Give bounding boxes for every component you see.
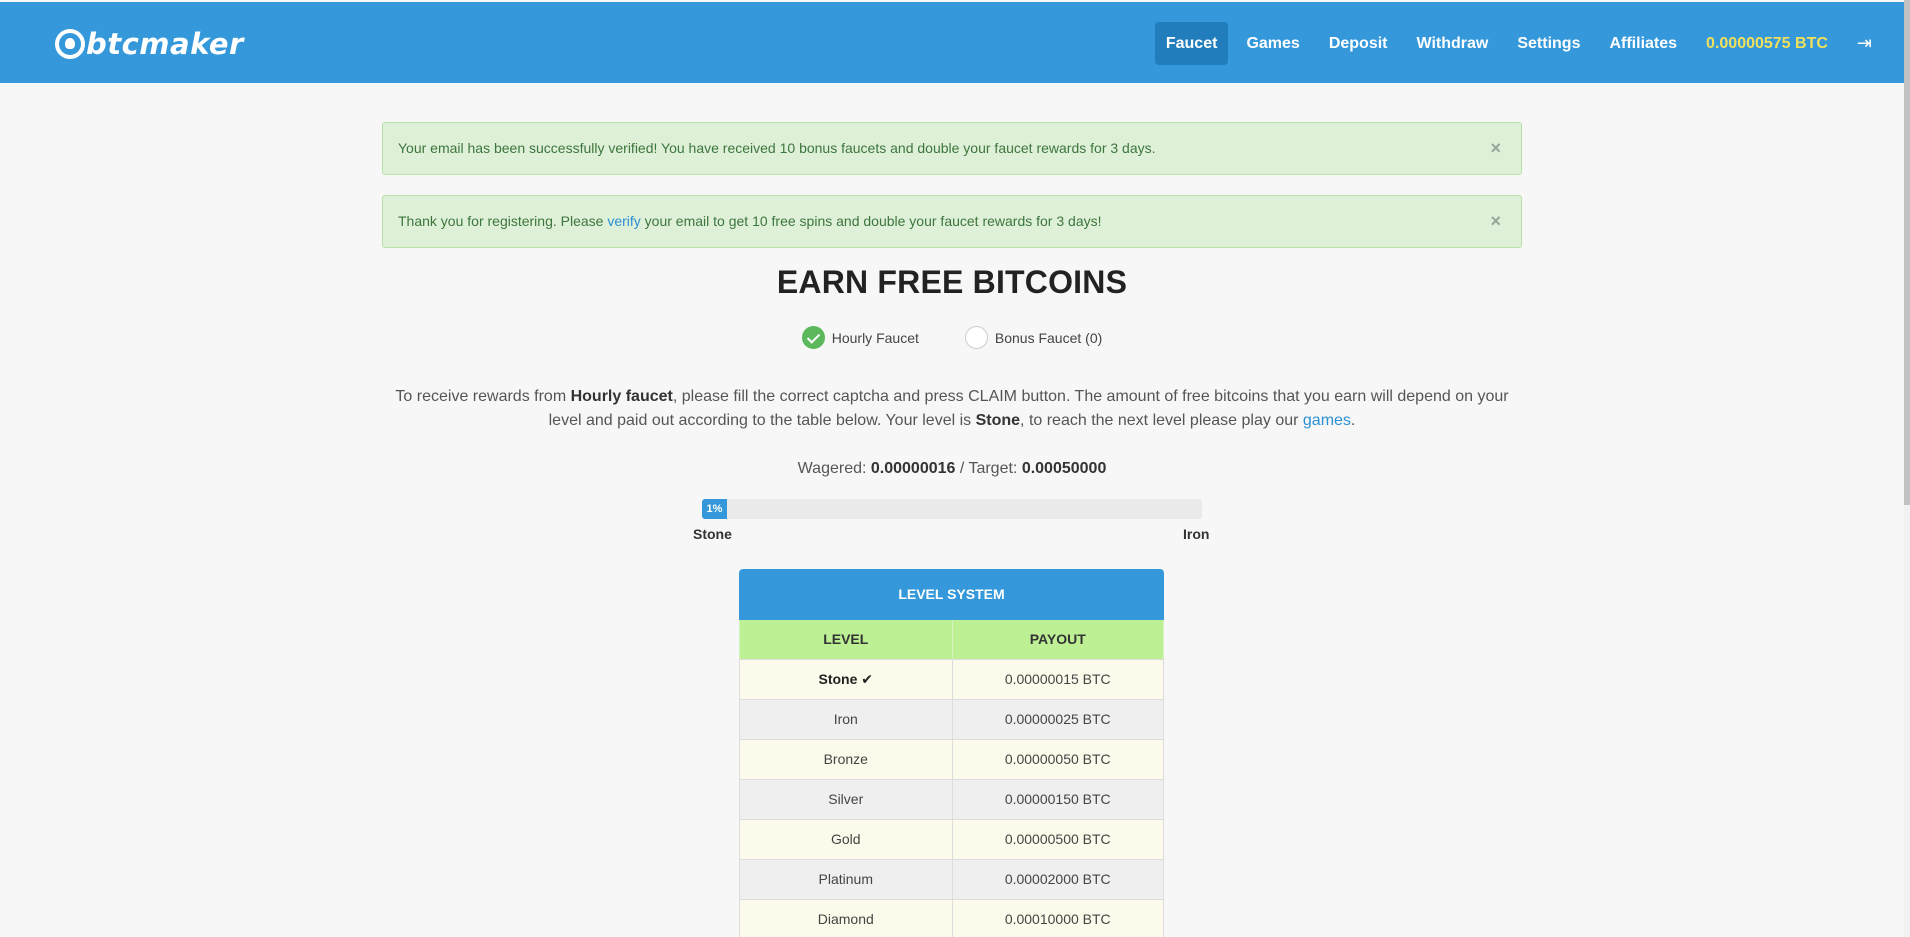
level-cell: Silver: [739, 780, 952, 819]
payout-cell: 0.00010000 BTC: [951, 900, 1164, 937]
nav-item-faucet[interactable]: Faucet: [1154, 22, 1229, 65]
unchecked-radio-icon[interactable]: [964, 326, 988, 349]
column-header-payout: PAYOUT: [951, 620, 1164, 659]
next-level-label: Iron: [1183, 526, 1210, 542]
table-row: Silver 0.00000150 BTC: [739, 780, 1164, 820]
payout-cell: 0.00000015 BTC: [951, 660, 1164, 699]
level-cell: Diamond: [739, 900, 952, 937]
table-row: Iron 0.00000025 BTC: [739, 700, 1164, 740]
wagered-value: 0.00000016: [870, 460, 956, 477]
nav-item-withdraw[interactable]: Withdraw: [1405, 22, 1499, 65]
desc-text: To receive rewards from: [395, 388, 571, 405]
nav-item-settings[interactable]: Settings: [1506, 22, 1591, 65]
logo-text: btcmaker: [86, 27, 244, 61]
table-row: Diamond 0.00010000 BTC: [739, 900, 1164, 937]
nav-item-affiliates[interactable]: Affiliates: [1598, 22, 1688, 65]
option-label: Bonus Faucet (0): [994, 329, 1103, 346]
table-row: Stone ✔ 0.00000015 BTC: [739, 660, 1164, 700]
level-cell: Stone ✔: [739, 660, 952, 699]
column-header-level: LEVEL: [739, 620, 952, 659]
level-cell: Bronze: [739, 740, 952, 779]
table-row: Platinum 0.00002000 BTC: [739, 860, 1164, 900]
bonus-faucet-option[interactable]: Bonus Faucet (0): [964, 326, 1103, 349]
current-level-label: Stone: [693, 526, 732, 542]
option-label: Hourly Faucet: [831, 329, 919, 346]
alert-email-verified: Your email has been successfully verifie…: [382, 122, 1522, 175]
desc-text: .: [1350, 412, 1356, 429]
alert-text: Your email has been successfully verifie…: [398, 140, 1156, 156]
alert-register: Thank you for registering. Please verify…: [382, 195, 1522, 248]
level-cell: Iron: [739, 700, 952, 739]
checked-radio-icon[interactable]: [801, 326, 825, 349]
level-system-table: LEVEL SYSTEM LEVEL PAYOUT Stone ✔ 0.00000…: [739, 569, 1164, 937]
table-header-row: LEVEL PAYOUT: [739, 620, 1164, 660]
hourly-faucet-option[interactable]: Hourly Faucet: [801, 326, 919, 349]
target-value: 0.00050000: [1021, 460, 1107, 477]
wagered-summary: Wagered: 0.00000016 / Target: 0.00050000: [0, 460, 1904, 478]
nav-menu: Faucet Games Deposit Withdraw Settings A…: [1154, 22, 1904, 65]
table-row: Bronze 0.00000050 BTC: [739, 740, 1164, 780]
desc-text: , to reach the next level please play ou…: [1020, 412, 1303, 429]
payout-cell: 0.00000500 BTC: [951, 820, 1164, 859]
nav-item-deposit[interactable]: Deposit: [1318, 22, 1399, 65]
table-body: Stone ✔ 0.00000015 BTC Iron 0.00000025 BTC B…: [739, 660, 1164, 937]
games-link[interactable]: games: [1303, 412, 1351, 429]
spade-chip-icon: [55, 29, 85, 59]
nav-item-games[interactable]: Games: [1235, 22, 1310, 65]
level-cell: Gold: [739, 820, 952, 859]
sign-out-icon[interactable]: ⇥: [1845, 33, 1890, 54]
level-progress-bar: 1%: [702, 499, 1202, 519]
logo[interactable]: btcmaker: [55, 27, 244, 61]
payout-cell: 0.00000025 BTC: [951, 700, 1164, 739]
wagered-label: Wagered:: [797, 460, 871, 477]
close-icon[interactable]: ×: [1490, 196, 1501, 247]
page-title: EARN FREE BITCOINS: [776, 264, 1128, 300]
progress-fill: 1%: [702, 499, 727, 519]
payout-cell: 0.00000050 BTC: [951, 740, 1164, 779]
faucet-description: To receive rewards from Hourly faucet, p…: [392, 385, 1512, 433]
alert-text-before: Thank you for registering. Please: [398, 213, 608, 229]
table-row: Gold 0.00000500 BTC: [739, 820, 1164, 860]
close-icon[interactable]: ×: [1490, 123, 1501, 174]
level-cell: Platinum: [739, 860, 952, 899]
scrollbar-thumb[interactable]: [1904, 0, 1910, 505]
balance-display[interactable]: 0.00000575 BTC: [1695, 35, 1839, 53]
desc-bold: Hourly faucet: [570, 388, 673, 405]
top-navbar: btcmaker Faucet Games Deposit Withdraw S…: [0, 2, 1904, 83]
payout-cell: 0.00002000 BTC: [951, 860, 1164, 899]
target-label: / Target:: [955, 460, 1022, 477]
alert-text-after: your email to get 10 free spins and doub…: [640, 213, 1102, 229]
current-level-text: Stone: [975, 412, 1021, 429]
faucet-type-selector: Hourly Faucet Bonus Faucet (0): [0, 326, 1904, 349]
payout-cell: 0.00000150 BTC: [951, 780, 1164, 819]
table-title: LEVEL SYSTEM: [739, 569, 1164, 620]
scrollbar-track[interactable]: [1904, 0, 1910, 937]
verify-link[interactable]: verify: [607, 213, 640, 229]
